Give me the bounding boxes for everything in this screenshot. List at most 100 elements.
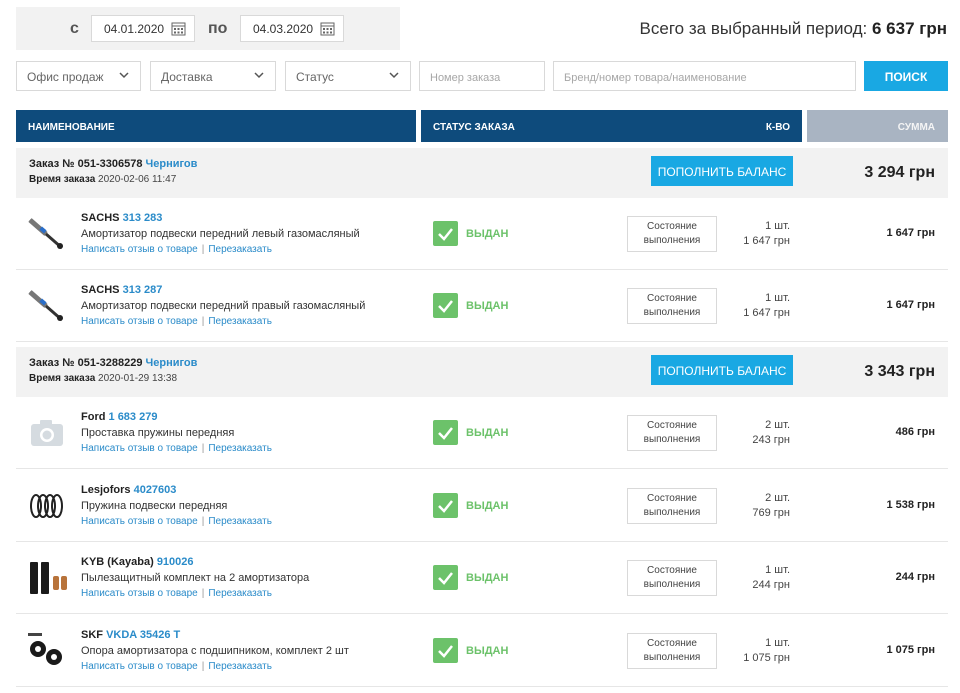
reorder-link[interactable]: Перезаказать bbox=[208, 516, 272, 527]
write-review-link[interactable]: Написать отзыв о товаре bbox=[81, 316, 198, 327]
spring-image[interactable] bbox=[26, 486, 68, 526]
table-row: SACHS 313 283 Амортизатор подвески перед… bbox=[16, 198, 948, 270]
reorder-link[interactable]: Перезаказать bbox=[208, 244, 272, 255]
order-city[interactable]: Чернигов bbox=[146, 158, 198, 170]
camera-icon[interactable] bbox=[26, 413, 68, 453]
product-article-link[interactable]: 910026 bbox=[157, 556, 194, 568]
execution-state-button[interactable]: Состояние выполнения bbox=[627, 415, 717, 451]
write-review-link[interactable]: Написать отзыв о товаре bbox=[81, 244, 198, 255]
column-header-sum[interactable]: СУММА bbox=[807, 110, 948, 142]
quantity: 1 шт. bbox=[765, 292, 790, 304]
shock-absorber-image[interactable] bbox=[26, 286, 68, 326]
delivery-select[interactable]: Доставка bbox=[150, 61, 276, 91]
order-status: ВЫДАН bbox=[466, 300, 509, 312]
delivery-select-value: Доставка bbox=[161, 70, 213, 84]
topup-balance-button[interactable]: ПОПОЛНИТЬ БАЛАНС bbox=[651, 355, 793, 385]
quantity-price: 2 шт. 243 грн bbox=[752, 418, 790, 448]
brand-name: SKF bbox=[81, 629, 103, 641]
reorder-link[interactable]: Перезаказать bbox=[208, 661, 272, 672]
checkmark-icon bbox=[433, 638, 458, 663]
table-row: Ford 1 683 279 Проставка пружины передня… bbox=[16, 397, 948, 469]
order-city[interactable]: Чернигов bbox=[146, 357, 198, 369]
execution-state-button[interactable]: Состояние выполнения bbox=[627, 633, 717, 669]
shock-absorber-image[interactable] bbox=[26, 214, 68, 254]
order-sum: 3 294 грн bbox=[864, 164, 935, 181]
checkmark-icon bbox=[433, 493, 458, 518]
status-select[interactable]: Статус bbox=[285, 61, 411, 91]
order-status: ВЫДАН bbox=[466, 645, 509, 657]
product-article-link[interactable]: 313 283 bbox=[123, 212, 163, 224]
calendar-icon[interactable] bbox=[320, 21, 335, 36]
order-time-label: Время заказа bbox=[29, 174, 96, 185]
product-description: Амортизатор подвески передний правый газ… bbox=[81, 300, 366, 312]
execution-state-button[interactable]: Состояние выполнения bbox=[627, 216, 717, 252]
reorder-link[interactable]: Перезаказать bbox=[208, 588, 272, 599]
strut-mount-image[interactable] bbox=[26, 631, 68, 671]
write-review-link[interactable]: Написать отзыв о товаре bbox=[81, 588, 198, 599]
quantity: 2 шт. bbox=[765, 419, 790, 431]
quantity-price: 1 шт. 244 грн bbox=[752, 563, 790, 593]
order-number-placeholder: Номер заказа bbox=[430, 72, 501, 84]
product-links: Написать отзыв о товаре | Перезаказать bbox=[81, 516, 272, 527]
row-sum: 1 075 грн bbox=[886, 644, 935, 656]
brand-name: Ford bbox=[81, 411, 106, 423]
checkmark-icon bbox=[433, 221, 458, 246]
search-button[interactable]: ПОИСК bbox=[864, 61, 948, 91]
product-article-link[interactable]: 4027603 bbox=[134, 484, 177, 496]
table-row: Lesjofors 4027603 Пружина подвески перед… bbox=[16, 470, 948, 542]
calendar-icon[interactable] bbox=[171, 21, 186, 36]
checkmark-icon bbox=[433, 293, 458, 318]
topup-balance-button[interactable]: ПОПОЛНИТЬ БАЛАНС bbox=[651, 156, 793, 186]
order-number-label: Заказ № 051-3306578 bbox=[29, 158, 143, 170]
table-row: KYB (Kayaba) 910026 Пылезащитный комплек… bbox=[16, 542, 948, 614]
period-total-label: Всего за выбранный период: bbox=[639, 19, 868, 38]
product-article-link[interactable]: 1 683 279 bbox=[109, 411, 158, 423]
row-sum: 244 грн bbox=[895, 571, 935, 583]
product-brand: KYB (Kayaba) 910026 bbox=[81, 556, 194, 568]
checkmark-icon bbox=[433, 565, 458, 590]
product-article-link[interactable]: VKDA 35426 T bbox=[106, 629, 180, 641]
from-label: с bbox=[70, 20, 79, 37]
period-total: Всего за выбранный период: 6 637 грн bbox=[640, 19, 947, 39]
date-to-input[interactable]: 04.03.2020 bbox=[240, 15, 344, 42]
date-from-value: 04.01.2020 bbox=[104, 22, 165, 36]
to-label: по bbox=[208, 20, 228, 37]
column-header-status[interactable]: СТАТУС ЗАКАЗА К-ВО bbox=[421, 110, 802, 142]
date-from-input[interactable]: 04.01.2020 bbox=[91, 15, 195, 42]
unit-price: 1 647 грн bbox=[743, 235, 790, 247]
brand-name: KYB (Kayaba) bbox=[81, 556, 154, 568]
column-header-status-label: СТАТУС ЗАКАЗА bbox=[433, 122, 515, 133]
product-brand: SKF VKDA 35426 T bbox=[81, 629, 180, 641]
period-total-value: 6 637 грн bbox=[872, 19, 947, 38]
order-status: ВЫДАН bbox=[466, 228, 509, 240]
write-review-link[interactable]: Написать отзыв о товаре bbox=[81, 661, 198, 672]
product-description: Пружина подвески передняя bbox=[81, 500, 228, 512]
product-description: Проставка пружины передняя bbox=[81, 427, 235, 439]
execution-state-button[interactable]: Состояние выполнения bbox=[627, 560, 717, 596]
order-number-label: Заказ № 051-3288229 bbox=[29, 357, 143, 369]
quantity-price: 1 шт. 1 647 грн bbox=[743, 291, 790, 321]
product-links: Написать отзыв о товаре | Перезаказать bbox=[81, 661, 272, 672]
date-range-panel: с 04.01.2020 по 04.03.2020 bbox=[16, 7, 400, 50]
order-number-input[interactable]: Номер заказа bbox=[419, 61, 545, 91]
row-sum: 1 647 грн bbox=[886, 227, 935, 239]
product-brand: Ford 1 683 279 bbox=[81, 411, 157, 423]
reorder-link[interactable]: Перезаказать bbox=[208, 316, 272, 327]
quantity-price: 1 шт. 1 075 грн bbox=[743, 636, 790, 666]
product-article-link[interactable]: 313 287 bbox=[123, 284, 163, 296]
execution-state-button[interactable]: Состояние выполнения bbox=[627, 288, 717, 324]
chevron-down-icon bbox=[389, 72, 399, 79]
quantity-price: 1 шт. 1 647 грн bbox=[743, 219, 790, 249]
write-review-link[interactable]: Написать отзыв о товаре bbox=[81, 443, 198, 454]
order-header: Заказ № 051-3288229 Чернигов Время заказ… bbox=[16, 347, 948, 397]
execution-state-button[interactable]: Состояние выполнения bbox=[627, 488, 717, 524]
dust-kit-image[interactable] bbox=[26, 558, 68, 598]
product-search-input[interactable]: Бренд/номер товара/наименование bbox=[553, 61, 856, 91]
unit-price: 769 грн bbox=[752, 507, 790, 519]
brand-name: SACHS bbox=[81, 284, 120, 296]
column-header-name[interactable]: НАИМЕНОВАНИЕ bbox=[16, 110, 416, 142]
column-header-qty: К-ВО bbox=[765, 122, 790, 133]
office-select[interactable]: Офис продаж bbox=[16, 61, 141, 91]
write-review-link[interactable]: Написать отзыв о товаре bbox=[81, 516, 198, 527]
reorder-link[interactable]: Перезаказать bbox=[208, 443, 272, 454]
